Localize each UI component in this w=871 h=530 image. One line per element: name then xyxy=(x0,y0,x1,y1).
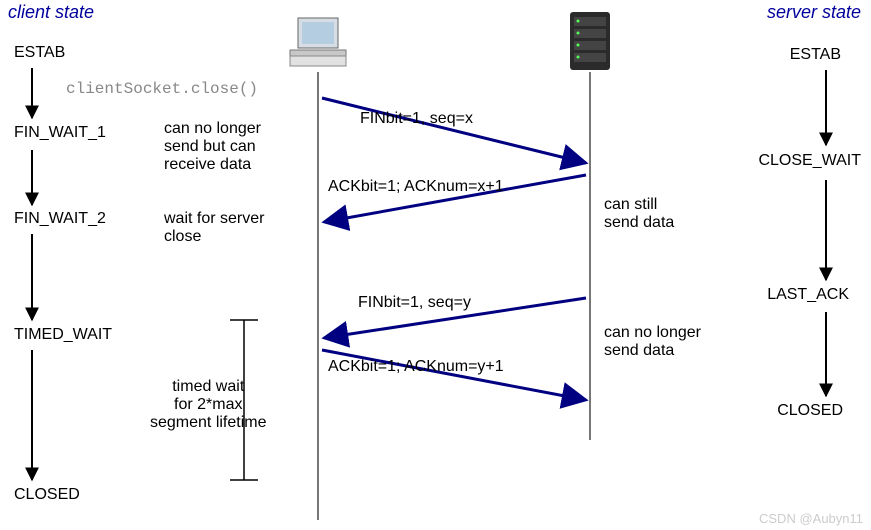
note-timed-wait: timed wait for 2*max segment lifetime xyxy=(150,378,267,432)
note-can-still-send: can still send data xyxy=(604,196,674,232)
note-no-longer-send: can no longer send but can receive data xyxy=(164,120,261,174)
msg-ack-y1: ACKbit=1; ACKnum=y+1 xyxy=(328,358,504,376)
client-computer-icon xyxy=(290,18,346,66)
client-state-finwait2: FIN_WAIT_2 xyxy=(14,210,106,228)
server-state-estab: ESTAB xyxy=(790,46,841,64)
client-state-closed: CLOSED xyxy=(14,486,80,504)
msg-ack-x1: ACKbit=1; ACKnum=x+1 xyxy=(328,178,504,196)
watermark: CSDN @Aubyn11 xyxy=(759,511,863,526)
client-socket-close-code: clientSocket.close() xyxy=(66,80,258,98)
client-state-estab: ESTAB xyxy=(14,44,65,62)
msg-fin-x: FINbit=1, seq=x xyxy=(360,110,473,128)
server-state-closed: CLOSED xyxy=(777,402,843,420)
server-state-title: server state xyxy=(767,2,861,23)
client-state-timedwait: TIMED_WAIT xyxy=(14,326,112,344)
server-state-closewait: CLOSE_WAIT xyxy=(758,152,861,170)
client-state-title: client state xyxy=(8,2,94,23)
server-state-lastack: LAST_ACK xyxy=(767,286,849,304)
client-state-finwait1: FIN_WAIT_1 xyxy=(14,124,106,142)
note-wait-server-close: wait for server close xyxy=(164,210,264,246)
msg-fin-y: FINbit=1, seq=y xyxy=(358,294,471,312)
note-no-longer-send-server: can no longer send data xyxy=(604,324,701,360)
server-tower-icon xyxy=(570,12,610,70)
fin-seq-x-arrow xyxy=(322,98,586,163)
